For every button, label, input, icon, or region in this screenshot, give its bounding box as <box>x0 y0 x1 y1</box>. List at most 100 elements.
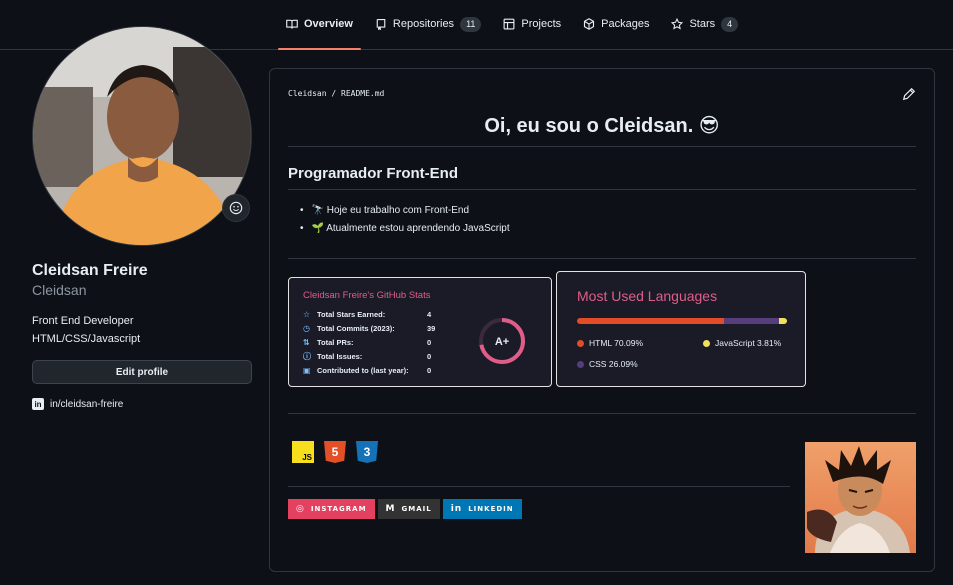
divider <box>288 413 916 414</box>
readme-path-file[interactable]: README.md <box>341 89 384 98</box>
bio-line: Front End Developer <box>32 315 134 327</box>
repo-icon <box>375 18 387 31</box>
css3-icon: 3 <box>356 441 378 463</box>
edit-readme-button[interactable] <box>902 87 916 101</box>
tab-repositories[interactable]: Repositories 11 <box>367 14 489 50</box>
tab-label: Packages <box>601 18 650 30</box>
readme-heading: Oi, eu sou o Cleidsan. 😎 <box>288 113 916 147</box>
profile-username: Cleidsan <box>32 282 87 298</box>
book-icon <box>286 18 298 30</box>
language-label: JavaScript 3.81% <box>715 338 782 348</box>
issue-icon: ⓘ <box>303 352 311 361</box>
gmail-icon: M <box>385 504 396 514</box>
repo-icon: ▣ <box>303 366 311 375</box>
html-dot <box>577 339 584 347</box>
readme-subheading: Programador Front-End <box>288 165 916 190</box>
stats-label: Total PRs: <box>317 338 354 347</box>
stats-value: 0 <box>427 352 432 361</box>
stats-label: Total Commits (2023): <box>317 324 395 333</box>
grade-text: A+ <box>495 336 509 348</box>
star-icon: ☆ <box>303 310 311 319</box>
tab-label: Projects <box>521 18 562 30</box>
social-badges: ◎ INSTAGRAM M GMAIL in LINKEDIN <box>288 499 525 519</box>
divider <box>288 486 790 487</box>
clock-icon: ◷ <box>303 324 310 333</box>
stats-value: 4 <box>427 310 432 319</box>
stats-row: ◷ Total Commits (2023): 39 <box>303 324 435 333</box>
star-icon <box>671 17 684 30</box>
stats-row: ▣ Contributed to (last year): 0 <box>303 366 431 375</box>
tab-overview[interactable]: Overview <box>278 14 361 50</box>
pull-request-icon: ⇅ <box>303 338 310 347</box>
badge-label: GMAIL <box>401 505 432 513</box>
tab-bar: Overview Repositories 11 Projects Packag… <box>278 14 752 50</box>
stats-value: 0 <box>427 338 432 347</box>
readme-path: Cleidsan / README.md <box>288 89 384 98</box>
css-segment <box>724 318 779 324</box>
pencil-icon <box>902 87 916 101</box>
stars-count-badge: 4 <box>721 17 739 32</box>
set-status-button[interactable] <box>222 194 250 222</box>
badge-label: LINKEDIN <box>468 505 514 513</box>
language-item: HTML 70.09% <box>577 338 643 348</box>
tech-icons: JS 5 3 <box>292 441 388 463</box>
anime-illustration <box>805 442 916 553</box>
readme-path-user[interactable]: Cleidsan <box>288 89 327 98</box>
css-dot <box>577 360 584 368</box>
javascript-segment <box>778 318 787 324</box>
social-linkedin-link[interactable]: in in/cleidsan-freire <box>32 398 252 410</box>
stats-label: Total Issues: <box>317 352 363 361</box>
instagram-icon: ◎ <box>296 504 305 514</box>
language-label: HTML 70.09% <box>589 338 644 348</box>
readme-path-separator: / <box>331 89 337 98</box>
linkedin-icon: in <box>32 398 44 410</box>
tab-projects[interactable]: Projects <box>495 14 569 50</box>
stats-label: Contributed to (last year): <box>317 366 409 375</box>
linkedin-handle: in/cleidsan-freire <box>50 398 124 410</box>
stats-title: Cleidsan Freire's GitHub Stats <box>303 290 431 301</box>
smiley-icon <box>229 201 243 215</box>
bio-line: HTML/CSS/Javascript <box>32 333 141 345</box>
repo-count-badge: 11 <box>460 17 482 32</box>
language-item: JavaScript 3.81% <box>703 338 781 348</box>
tab-label: Repositories <box>392 18 455 30</box>
languages-bar <box>577 318 787 324</box>
stats-row: ☆ Total Stars Earned: 4 <box>303 310 431 319</box>
edit-profile-button[interactable]: Edit profile <box>32 360 252 384</box>
badge-label: INSTAGRAM <box>310 505 367 513</box>
table-icon <box>503 18 515 30</box>
top-languages-card[interactable]: Most Used Languages HTML 70.09% JavaScri… <box>556 271 806 387</box>
tab-stars[interactable]: Stars 4 <box>663 14 746 50</box>
profile-sidebar: Cleidsan Freire Cleidsan Front End Devel… <box>32 26 252 410</box>
html5-icon: 5 <box>324 441 346 463</box>
divider <box>288 258 916 259</box>
grade-ring: A+ <box>479 318 525 364</box>
instagram-badge[interactable]: ◎ INSTAGRAM <box>288 499 375 519</box>
avatar[interactable] <box>32 26 252 246</box>
list-item: 🌱 Atualmente estou aprendendo JavaScript <box>300 220 510 238</box>
html-segment <box>577 318 725 324</box>
profile-fullname: Cleidsan Freire <box>32 262 148 279</box>
linkedin-icon: in <box>450 504 463 514</box>
stats-row: ⇅ Total PRs: 0 <box>303 338 431 347</box>
list-item: 🔭 Hoje eu trabalho com Front-End <box>300 202 510 220</box>
stats-label: Total Stars Earned: <box>317 310 386 319</box>
languages-title: Most Used Languages <box>577 288 718 304</box>
github-stats-card[interactable]: Cleidsan Freire's GitHub Stats ☆ Total S… <box>288 277 552 387</box>
javascript-dot <box>703 339 710 347</box>
tab-packages[interactable]: Packages <box>575 14 657 50</box>
stats-row: ⓘ Total Issues: 0 <box>303 352 431 361</box>
package-icon <box>583 18 595 30</box>
stats-value: 39 <box>427 324 436 333</box>
language-label: CSS 26.09% <box>589 359 638 369</box>
javascript-icon: JS <box>292 441 314 463</box>
readme-list: 🔭 Hoje eu trabalho com Front-End 🌱 Atual… <box>300 202 510 238</box>
tab-label: Overview <box>304 18 353 30</box>
linkedin-badge[interactable]: in LINKEDIN <box>442 499 522 519</box>
gmail-badge[interactable]: M GMAIL <box>377 499 440 519</box>
tab-label: Stars <box>689 18 716 30</box>
profile-bio: Front End Developer HTML/CSS/Javascript <box>32 312 252 348</box>
stats-value: 0 <box>427 366 432 375</box>
readme-card: Cleidsan / README.md Oi, eu sou o Cleids… <box>269 68 935 572</box>
language-item: CSS 26.09% <box>577 359 638 369</box>
